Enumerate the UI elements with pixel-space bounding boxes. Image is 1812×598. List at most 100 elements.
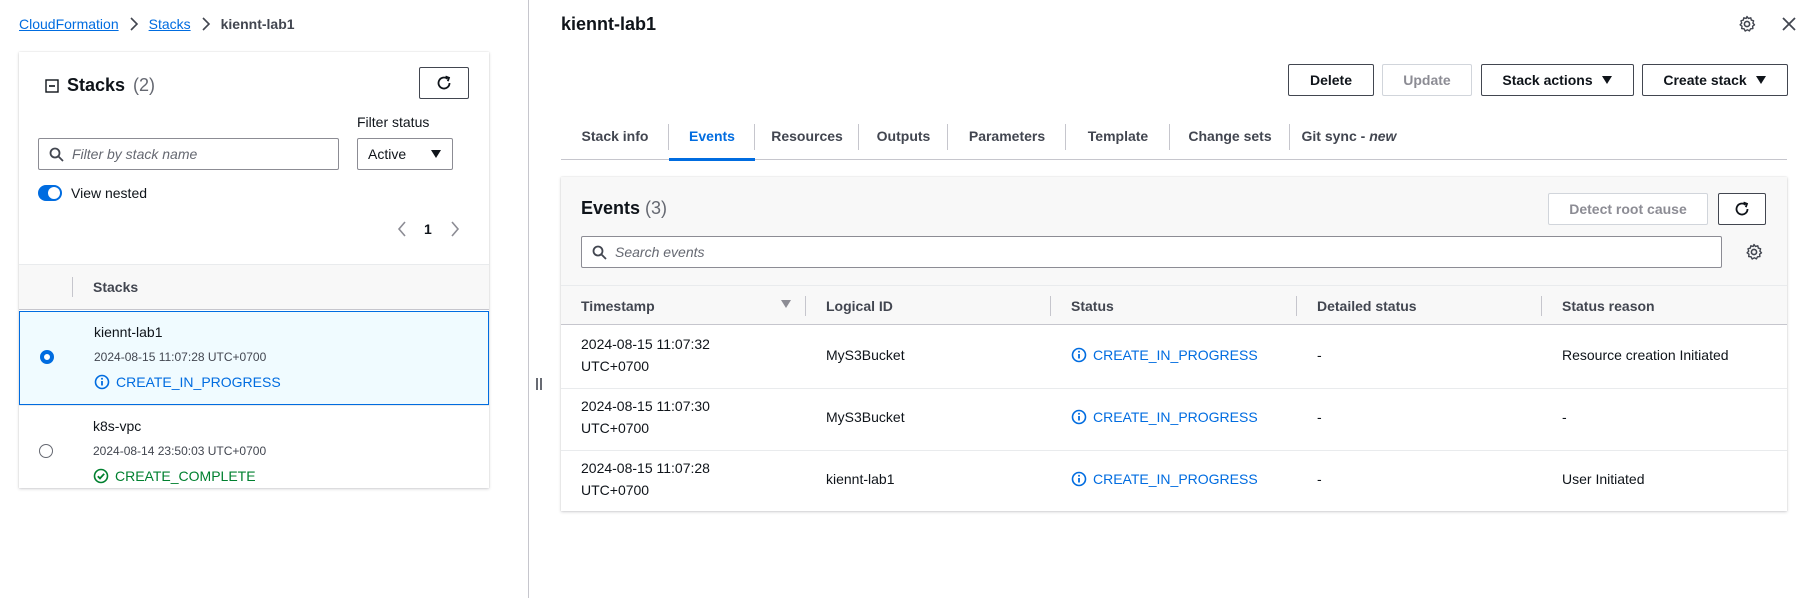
stack-radio-selected[interactable] — [40, 350, 54, 364]
event-logical-id: MyS3Bucket — [826, 409, 905, 425]
event-timestamp: 2024-08-15 11:07:28 — [581, 460, 710, 476]
chevron-left-icon[interactable] — [397, 221, 407, 237]
stack-search-input[interactable]: Filter by stack name — [38, 138, 339, 170]
stacks-panel: Stacks (2) Filter status Filter by stack… — [19, 52, 489, 488]
event-row: 2024-08-15 11:07:30 UTC+0700 MyS3Bucket … — [561, 389, 1787, 451]
chevron-right-icon — [129, 17, 139, 31]
stacks-pane: CloudFormation Stacks kiennt-lab1 Stacks… — [0, 0, 528, 598]
events-table-header: Timestamp Logical ID Status Detailed sta… — [561, 285, 1787, 325]
event-status-text: CREATE_IN_PROGRESS — [1093, 471, 1258, 487]
event-timezone: UTC+0700 — [581, 420, 650, 436]
sort-descending-icon[interactable] — [780, 299, 792, 309]
column-divider[interactable] — [1050, 296, 1051, 316]
chevron-right-icon[interactable] — [450, 221, 460, 237]
filter-status-value: Active — [368, 146, 407, 162]
event-status-reason: Resource creation Initiated — [1562, 347, 1729, 363]
preferences-gear-icon[interactable] — [1745, 243, 1763, 261]
events-title: Events (3) — [581, 198, 667, 219]
page-number[interactable]: 1 — [424, 221, 432, 237]
refresh-icon — [1733, 200, 1751, 218]
stack-name: k8s-vpc — [93, 418, 142, 434]
refresh-stacks-button[interactable] — [419, 67, 469, 99]
event-status-text: CREATE_IN_PROGRESS — [1093, 409, 1258, 425]
stack-status: CREATE_IN_PROGRESS — [94, 374, 281, 390]
stack-search-placeholder: Filter by stack name — [72, 146, 198, 162]
delete-button[interactable]: Delete — [1288, 64, 1374, 96]
event-row: 2024-08-15 11:07:32 UTC+0700 MyS3Bucket … — [561, 327, 1787, 389]
events-count: (3) — [645, 198, 668, 218]
tab-label: Template — [1087, 128, 1149, 144]
info-icon — [1071, 471, 1087, 487]
tab-events[interactable]: Events — [669, 112, 755, 161]
stack-status: CREATE_COMPLETE — [93, 468, 256, 484]
create-stack-label: Create stack — [1663, 72, 1747, 88]
tab-change-sets[interactable]: Change sets — [1170, 112, 1290, 160]
filter-status-select[interactable]: Active — [357, 138, 453, 170]
breadcrumb-stacks[interactable]: Stacks — [149, 16, 191, 32]
update-button[interactable]: Update — [1382, 64, 1472, 96]
info-icon — [1071, 347, 1087, 363]
tab-label: Change sets — [1188, 128, 1272, 144]
stack-actions-label: Stack actions — [1502, 72, 1593, 88]
chevron-right-icon — [201, 17, 211, 31]
settings-gear-icon[interactable] — [1738, 15, 1756, 33]
detail-tabs: Stack info Events Resources Outputs Para… — [561, 112, 1787, 161]
tab-new-badge: new — [1369, 128, 1397, 144]
tab-label: Events — [689, 128, 735, 144]
event-detailed-status: - — [1317, 471, 1322, 487]
stack-row[interactable]: kiennt-lab1 2024-08-15 11:07:28 UTC+0700… — [19, 311, 489, 405]
collapse-icon[interactable] — [45, 78, 59, 93]
stack-name: kiennt-lab1 — [94, 324, 163, 340]
tab-resources[interactable]: Resources — [755, 112, 859, 160]
stack-radio[interactable] — [39, 444, 53, 458]
events-search-placeholder: Search events — [615, 244, 705, 260]
event-status: CREATE_IN_PROGRESS — [1071, 347, 1258, 363]
tab-label: Git sync - — [1301, 128, 1370, 144]
info-icon — [94, 374, 110, 390]
tab-parameters[interactable]: Parameters — [948, 112, 1066, 160]
column-detailed-status[interactable]: Detailed status — [1317, 298, 1417, 314]
breadcrumb-current: kiennt-lab1 — [220, 16, 295, 32]
tab-outputs[interactable]: Outputs — [859, 112, 948, 160]
caret-down-icon — [430, 149, 442, 159]
tab-label: Outputs — [876, 128, 931, 144]
stack-row[interactable]: k8s-vpc 2024-08-14 23:50:03 UTC+0700 CRE… — [19, 405, 489, 499]
event-status: CREATE_IN_PROGRESS — [1071, 409, 1258, 425]
refresh-events-button[interactable] — [1718, 193, 1766, 225]
stack-status-text: CREATE_COMPLETE — [115, 468, 256, 484]
detail-title: kiennt-lab1 — [561, 14, 657, 34]
stacks-panel-title: Stacks (2) — [45, 75, 155, 96]
create-stack-button[interactable]: Create stack — [1642, 64, 1788, 96]
tab-template[interactable]: Template — [1066, 112, 1170, 160]
event-detailed-status: - — [1317, 409, 1322, 425]
column-logical-id[interactable]: Logical ID — [826, 298, 893, 314]
view-nested-toggle[interactable] — [38, 185, 62, 201]
event-status-text: CREATE_IN_PROGRESS — [1093, 347, 1258, 363]
stack-status-text: CREATE_IN_PROGRESS — [116, 374, 281, 390]
column-timestamp[interactable]: Timestamp — [581, 298, 655, 314]
event-logical-id: kiennt-lab1 — [826, 471, 895, 487]
event-timezone: UTC+0700 — [581, 358, 650, 374]
search-icon — [592, 245, 607, 260]
close-icon[interactable] — [1781, 16, 1797, 32]
column-divider[interactable] — [805, 296, 806, 316]
column-divider[interactable] — [1296, 296, 1297, 316]
detect-root-cause-button[interactable]: Detect root cause — [1548, 193, 1708, 225]
events-search-input[interactable]: Search events — [581, 236, 1722, 268]
stack-actions-button[interactable]: Stack actions — [1481, 64, 1634, 96]
column-divider — [72, 277, 73, 297]
tab-git-sync[interactable]: Git sync - new — [1290, 112, 1408, 160]
view-nested-label: View nested — [71, 185, 148, 201]
breadcrumb-cloudformation[interactable]: CloudFormation — [19, 16, 119, 32]
caret-down-icon — [1755, 75, 1767, 85]
tab-stack-info[interactable]: Stack info — [561, 112, 669, 160]
tab-label: Parameters — [968, 128, 1046, 144]
event-row: 2024-08-15 11:07:28 UTC+0700 kiennt-lab1… — [561, 451, 1787, 513]
resize-handle-icon[interactable] — [534, 376, 544, 392]
column-status[interactable]: Status — [1071, 298, 1114, 314]
filter-status-label: Filter status — [357, 114, 430, 130]
column-status-reason[interactable]: Status reason — [1562, 298, 1655, 314]
column-divider[interactable] — [1541, 296, 1542, 316]
tab-label: Resources — [771, 128, 843, 144]
search-icon — [49, 147, 64, 162]
